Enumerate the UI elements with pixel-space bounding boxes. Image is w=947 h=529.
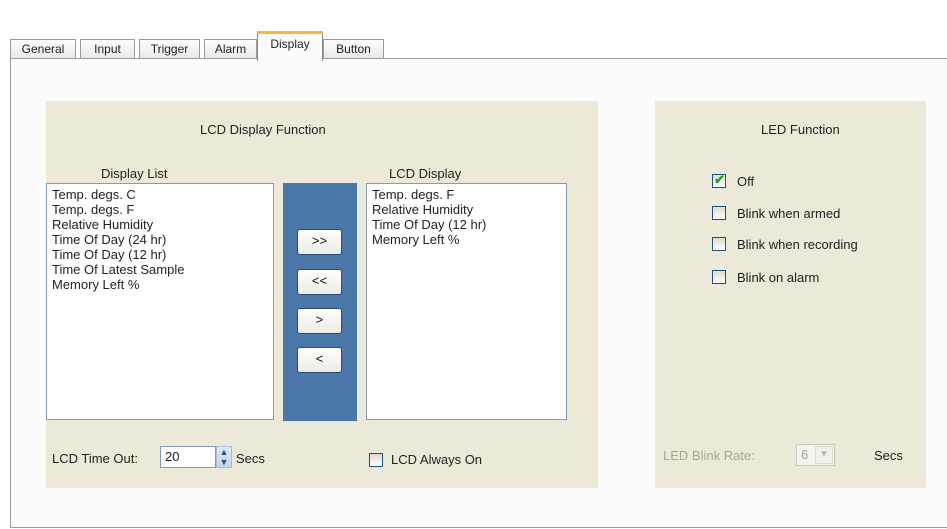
tab-display[interactable]: Display — [257, 31, 323, 61]
list-item[interactable]: Temp. degs. F — [52, 202, 268, 217]
remove-one-button[interactable]: < — [297, 347, 342, 373]
list-item[interactable]: Temp. degs. C — [52, 187, 268, 202]
lcd-always-on-label: LCD Always On — [391, 452, 483, 467]
tab-alarm[interactable]: Alarm — [204, 39, 257, 59]
list-item[interactable]: Relative Humidity — [372, 202, 561, 217]
list-item[interactable]: Relative Humidity — [52, 217, 268, 232]
list-item[interactable]: Memory Left % — [372, 232, 561, 247]
lcd-display-list[interactable]: Temp. degs. F Relative Humidity Time Of … — [366, 183, 567, 420]
led-blink-rate-label: LED Blink Rate: — [663, 448, 755, 463]
led-blink-alarm-checkbox[interactable] — [712, 270, 726, 284]
led-off-checkbox[interactable]: ✔ — [712, 172, 726, 188]
led-blink-armed-checkbox[interactable] — [712, 206, 726, 220]
led-blink-armed-label: Blink when armed — [737, 206, 841, 221]
led-off-label: Off — [737, 174, 755, 189]
transfer-buttons-panel: >> << > < — [283, 183, 357, 421]
led-function-group — [655, 101, 926, 488]
lcd-display-title: LCD Display — [389, 166, 462, 181]
list-item[interactable]: Time Of Day (12 hr) — [52, 247, 268, 262]
tab-button[interactable]: Button — [323, 39, 384, 59]
display-list-title: Display List — [101, 166, 168, 181]
tab-trigger[interactable]: Trigger — [139, 39, 200, 59]
lcd-timeout-label: LCD Time Out: — [52, 451, 138, 466]
lcd-timeout-value[interactable]: 20 — [165, 449, 179, 464]
led-blink-recording-checkbox[interactable] — [712, 237, 726, 251]
add-one-button[interactable]: > — [297, 308, 342, 334]
list-item[interactable]: Memory Left % — [52, 277, 268, 292]
remove-all-button[interactable]: << — [297, 269, 342, 295]
led-blink-recording-label: Blink when recording — [737, 237, 858, 252]
list-item[interactable]: Temp. degs. F — [372, 187, 561, 202]
list-item[interactable]: Time Of Day (24 hr) — [52, 232, 268, 247]
lcd-timeout-input[interactable]: 20 — [160, 446, 216, 468]
display-list[interactable]: Temp. degs. C Temp. degs. F Relative Hum… — [46, 183, 274, 420]
checkmark-icon: ✔ — [714, 172, 725, 187]
led-group-title: LED Function — [761, 122, 840, 137]
led-blink-rate-unit: Secs — [874, 448, 903, 463]
spin-updown-icon[interactable]: ▲ ▼ — [216, 446, 232, 468]
lcd-timeout-unit: Secs — [236, 451, 265, 466]
lcd-always-on-checkbox[interactable] — [369, 453, 383, 467]
tab-general[interactable]: General — [10, 39, 76, 59]
list-item[interactable]: Time Of Latest Sample — [52, 262, 268, 277]
led-blink-alarm-label: Blink on alarm — [737, 270, 820, 285]
lcd-group-title: LCD Display Function — [200, 122, 326, 137]
add-all-button[interactable]: >> — [297, 229, 342, 255]
chevron-down-icon[interactable]: ▼ — [815, 446, 833, 464]
list-item[interactable]: Time Of Day (12 hr) — [372, 217, 561, 232]
led-blink-rate-value: 6 — [801, 447, 809, 462]
tab-input[interactable]: Input — [80, 39, 135, 59]
